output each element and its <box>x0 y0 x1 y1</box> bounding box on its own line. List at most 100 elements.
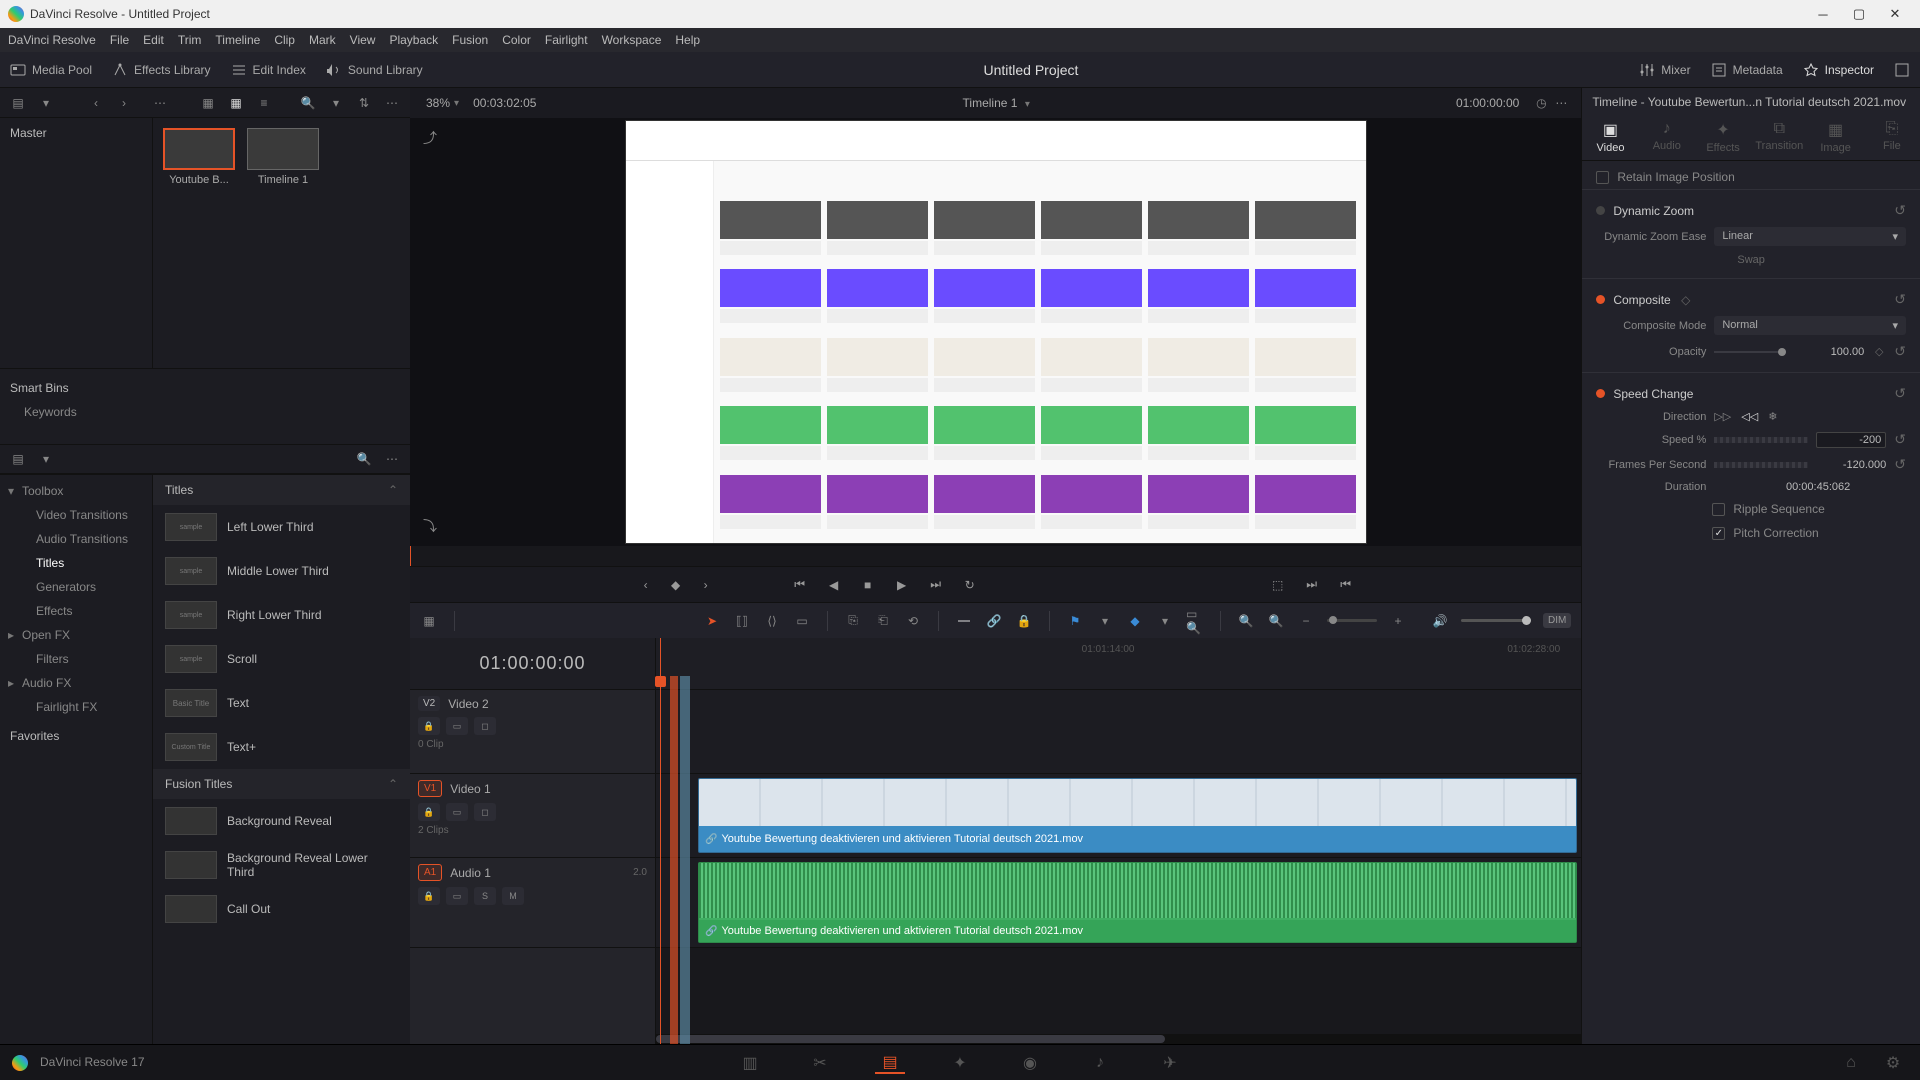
play-icon[interactable]: ▶ <box>892 575 912 595</box>
track-header-v2[interactable]: V2 Video 2 🔒 ▭ ◻ 0 Clip <box>410 690 655 774</box>
prev-marker-icon[interactable]: ‹ <box>636 575 656 595</box>
title-item[interactable]: sampleScroll <box>153 637 410 681</box>
fx-node-audio-transitions[interactable]: Audio Transitions <box>0 527 152 551</box>
track-lane-v1[interactable]: Youtube Bewertung deaktivieren und aktiv… <box>656 774 1581 858</box>
go-in-icon[interactable]: ⏭ <box>1302 575 1322 595</box>
flag-icon[interactable]: ⚑ <box>1066 612 1084 630</box>
inspector-tab-audio[interactable]: ♪Audio <box>1639 116 1695 160</box>
collapse-icon[interactable]: ⌃ <box>388 483 398 497</box>
menu-item[interactable]: Trim <box>178 33 202 47</box>
inspector-tab-file[interactable]: ⎘File <box>1864 116 1920 160</box>
lock-track-icon[interactable]: 🔒 <box>418 887 440 905</box>
link-icon[interactable]: 🔗 <box>985 612 1003 630</box>
dropdown-icon[interactable]: ▾ <box>36 93 56 113</box>
fairlight-page-icon[interactable]: ♪ <box>1085 1052 1115 1074</box>
title-item[interactable]: sampleMiddle Lower Third <box>153 549 410 593</box>
fx-view-icon[interactable]: ▤ <box>8 449 28 469</box>
fx-node-video-transitions[interactable]: Video Transitions <box>0 503 152 527</box>
zoom-minus-icon[interactable]: − <box>1297 612 1315 630</box>
timeline-horizontal-scrollbar[interactable] <box>656 1034 1581 1044</box>
list-view-icon[interactable]: ▦ <box>198 93 218 113</box>
fx-search-icon[interactable]: 🔍 <box>354 449 374 469</box>
menu-item[interactable]: Mark <box>309 33 336 47</box>
fusion-titles-group-header[interactable]: Fusion Titles ⌃ <box>153 769 410 799</box>
go-out-icon[interactable]: ⏮ <box>1336 575 1356 595</box>
smart-bins-header[interactable]: Smart Bins <box>0 375 410 401</box>
title-item[interactable]: Basic TitleText <box>153 681 410 725</box>
fusion-page-icon[interactable]: ✦ <box>945 1052 975 1074</box>
track-id[interactable]: V1 <box>418 780 442 797</box>
fx-node-titles[interactable]: Titles <box>0 551 152 575</box>
retain-image-position-check[interactable]: Retain Image Position <box>1582 165 1920 189</box>
color-page-icon[interactable]: ◉ <box>1015 1052 1045 1074</box>
loop-play-icon[interactable]: ↻ <box>960 575 980 595</box>
next-marker-icon[interactable]: › <box>696 575 716 595</box>
zoom-fit-icon[interactable]: 🔍 <box>1237 612 1255 630</box>
fusion-title-item[interactable]: Background Reveal <box>153 799 410 843</box>
reset-icon[interactable]: ↺ <box>1894 202 1906 219</box>
timeline-ruler[interactable]: 01:01:14:00 01:02:28:00 <box>656 638 1581 690</box>
composite-header[interactable]: Composite ◇ ↺ <box>1582 287 1920 312</box>
timeline-selector[interactable]: Timeline 1 <box>963 96 1018 110</box>
step-back-icon[interactable]: ◀ <box>824 575 844 595</box>
track-header-v1[interactable]: V1 Video 1 🔒 ▭ ◻ 2 Clips <box>410 774 655 858</box>
fx-node-toolbox[interactable]: Toolbox <box>0 479 152 503</box>
fx-node-fairlightfx[interactable]: Fairlight FX <box>0 695 152 719</box>
nav-fwd-icon[interactable]: › <box>114 93 134 113</box>
selection-tool-icon[interactable]: ➤ <box>703 612 721 630</box>
disable-track-icon[interactable]: ◻ <box>474 803 496 821</box>
smart-bin-keywords[interactable]: Keywords <box>0 401 410 423</box>
pitch-correction-check[interactable]: Pitch Correction <box>1733 526 1818 540</box>
fx-node-audiofx[interactable]: Audio FX <box>0 671 152 695</box>
fusion-title-item[interactable]: Background Reveal Lower Third <box>153 843 410 887</box>
timeline-view-options-icon[interactable]: ▦ <box>420 612 438 630</box>
marker-icon[interactable]: ◆ <box>1126 612 1144 630</box>
track-name[interactable]: Video 2 <box>448 697 488 711</box>
menu-item[interactable]: File <box>110 33 129 47</box>
dim-button[interactable]: DIM <box>1543 613 1571 628</box>
volume-icon[interactable]: 🔊 <box>1431 612 1449 630</box>
window-close-button[interactable]: ✕ <box>1878 4 1912 24</box>
viewer-scrubber[interactable] <box>410 546 1581 566</box>
fx-node-openfx[interactable]: Open FX <box>0 623 152 647</box>
jump-end-icon[interactable]: ⤵ <box>418 514 442 538</box>
go-start-icon[interactable]: ⏮ <box>790 575 810 595</box>
checkbox-off-icon[interactable] <box>1596 171 1609 184</box>
metadata-toggle[interactable]: Metadata <box>1711 62 1783 78</box>
zoom-out-icon[interactable]: 🔍 <box>1267 612 1285 630</box>
in-point-marker[interactable] <box>670 676 690 1044</box>
favorites-header[interactable]: Favorites <box>0 719 152 747</box>
reset-icon[interactable]: ↺ <box>1894 291 1906 308</box>
auto-select-icon[interactable]: ▭ <box>446 887 468 905</box>
fx-dropdown-icon[interactable]: ▾ <box>36 449 56 469</box>
search-icon[interactable]: 🔍 <box>298 93 318 113</box>
fps-value[interactable]: -120.000 <box>1816 459 1886 471</box>
menu-item[interactable]: Timeline <box>215 33 260 47</box>
direction-forward-icon[interactable]: ▷▷ <box>1714 410 1731 423</box>
keyframe-icon[interactable]: ◇ <box>1872 345 1886 358</box>
enable-dot-icon[interactable] <box>1596 206 1605 215</box>
media-timeline[interactable]: Timeline 1 <box>247 128 319 186</box>
edit-index-toggle[interactable]: Edit Index <box>231 62 306 78</box>
swap-button[interactable]: Swap <box>1737 254 1765 266</box>
speed-slider[interactable] <box>1714 437 1808 443</box>
enable-dot-icon[interactable] <box>1596 295 1605 304</box>
track-name[interactable]: Audio 1 <box>450 866 491 880</box>
inspector-tab-transition[interactable]: ⧉Transition <box>1751 116 1807 160</box>
inspector-tab-video[interactable]: ▣Video <box>1582 116 1638 160</box>
track-area[interactable]: 01:01:14:00 01:02:28:00 Youtube Bewertun… <box>656 638 1581 1044</box>
video-clip[interactable]: Youtube Bewertung deaktivieren und aktiv… <box>698 778 1577 853</box>
dynamic-zoom-header[interactable]: Dynamic Zoom ↺ <box>1582 198 1920 223</box>
reset-icon[interactable]: ↺ <box>1894 431 1906 448</box>
audio-clip[interactable]: Youtube Bewertung deaktivieren und aktiv… <box>698 862 1577 943</box>
marker-dropdown-icon[interactable]: ▾ <box>1156 612 1174 630</box>
keyframe-icon[interactable]: ◇ <box>1679 293 1693 307</box>
more-icon[interactable]: ⋯ <box>382 93 402 113</box>
ripple-sequence-check[interactable]: Ripple Sequence <box>1733 502 1824 516</box>
source-timecode[interactable]: 00:03:02:05 <box>473 96 536 110</box>
zoom-slider[interactable] <box>1327 619 1377 622</box>
title-item[interactable]: sampleRight Lower Third <box>153 593 410 637</box>
window-minimize-button[interactable]: ─ <box>1806 4 1840 24</box>
options-icon[interactable]: ⋯ <box>150 93 170 113</box>
stop-icon[interactable]: ■ <box>858 575 878 595</box>
